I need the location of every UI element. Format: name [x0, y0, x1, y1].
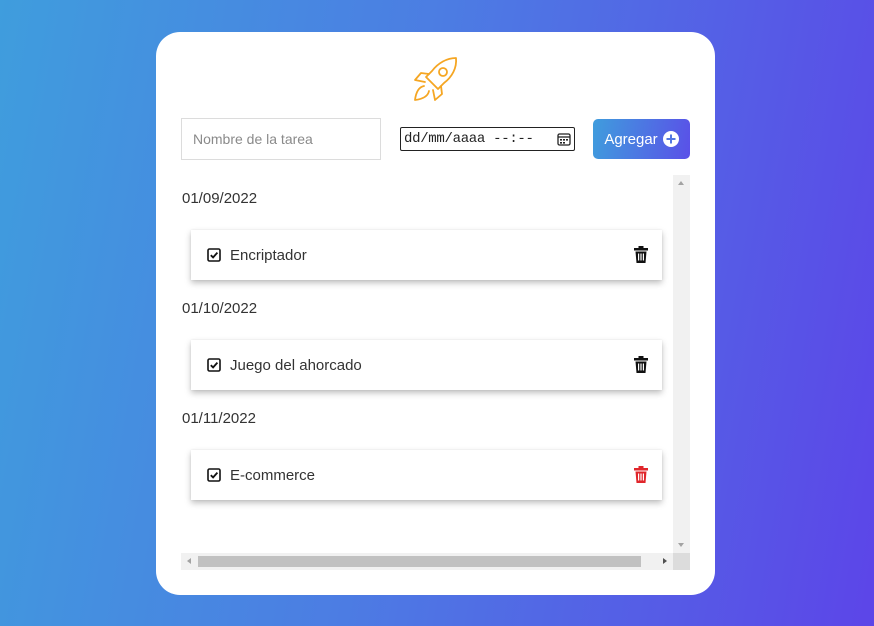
- task-item: Juego del ahorcado: [191, 340, 662, 390]
- horizontal-scrollbar[interactable]: [181, 553, 673, 570]
- task-label: E-commerce: [230, 466, 316, 484]
- calendar-icon[interactable]: [557, 132, 571, 146]
- add-task-label: Agregar: [604, 130, 658, 148]
- task-list-scroll-area[interactable]: 01/09/2022 Encriptador 01/10/2022 Juego …: [181, 175, 690, 570]
- date-heading: 01/09/2022: [182, 190, 258, 207]
- checkbox-checked-icon[interactable]: [207, 248, 221, 262]
- scroll-right-arrow[interactable]: [663, 558, 667, 564]
- checkbox-checked-icon[interactable]: [207, 468, 221, 482]
- rocket-icon: [414, 57, 457, 101]
- add-task-button[interactable]: Agregar: [593, 119, 690, 159]
- datetime-input[interactable]: dd/mm/aaaa --:--: [400, 127, 575, 151]
- trash-icon[interactable]: [634, 356, 648, 373]
- task-label: Encriptador: [230, 246, 307, 264]
- scroll-down-arrow[interactable]: [678, 543, 684, 547]
- plus-circle-icon: [662, 131, 679, 147]
- task-list: 01/09/2022 Encriptador 01/10/2022 Juego …: [181, 175, 673, 553]
- scroll-left-arrow[interactable]: [187, 558, 191, 564]
- trash-icon[interactable]: [634, 466, 648, 483]
- date-heading: 01/10/2022: [182, 300, 258, 317]
- trash-icon[interactable]: [634, 246, 648, 263]
- task-item: E-commerce: [191, 450, 662, 500]
- date-heading: 01/11/2022: [182, 410, 256, 427]
- horizontal-scroll-thumb[interactable]: [198, 556, 641, 567]
- checkbox-checked-icon[interactable]: [207, 358, 221, 372]
- vertical-scrollbar[interactable]: [673, 175, 690, 553]
- scrollbar-corner: [673, 553, 690, 570]
- task-label: Juego del ahorcado: [230, 356, 362, 374]
- scroll-up-arrow[interactable]: [678, 181, 684, 185]
- datetime-placeholder: dd/mm/aaaa --:--: [404, 131, 534, 147]
- task-item: Encriptador: [191, 230, 662, 280]
- todo-card: dd/mm/aaaa --:-- Agregar 01/09/2022 Encr…: [156, 32, 715, 595]
- task-name-input[interactable]: [181, 118, 381, 160]
